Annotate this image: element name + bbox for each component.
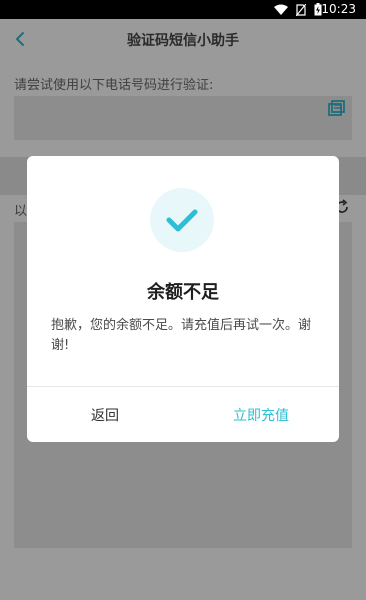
dialog-title: 余额不足 xyxy=(147,282,219,303)
wifi-icon xyxy=(274,4,288,15)
dialog-message: 抱歉，您的余额不足。请充值后再试一次。谢谢! xyxy=(51,318,312,353)
status-icons xyxy=(274,3,322,16)
no-sim-icon xyxy=(296,3,306,16)
insufficient-balance-dialog: 余额不足 抱歉，您的余额不足。请充值后再试一次。谢谢! 返回 立即充值 xyxy=(27,156,339,442)
recharge-button[interactable]: 立即充值 xyxy=(183,387,339,442)
status-time: 10:23 xyxy=(321,2,356,16)
check-badge xyxy=(150,188,214,252)
back-button[interactable]: 返回 xyxy=(27,387,183,442)
check-icon xyxy=(166,209,198,232)
status-bar: 10:23 xyxy=(0,0,366,19)
